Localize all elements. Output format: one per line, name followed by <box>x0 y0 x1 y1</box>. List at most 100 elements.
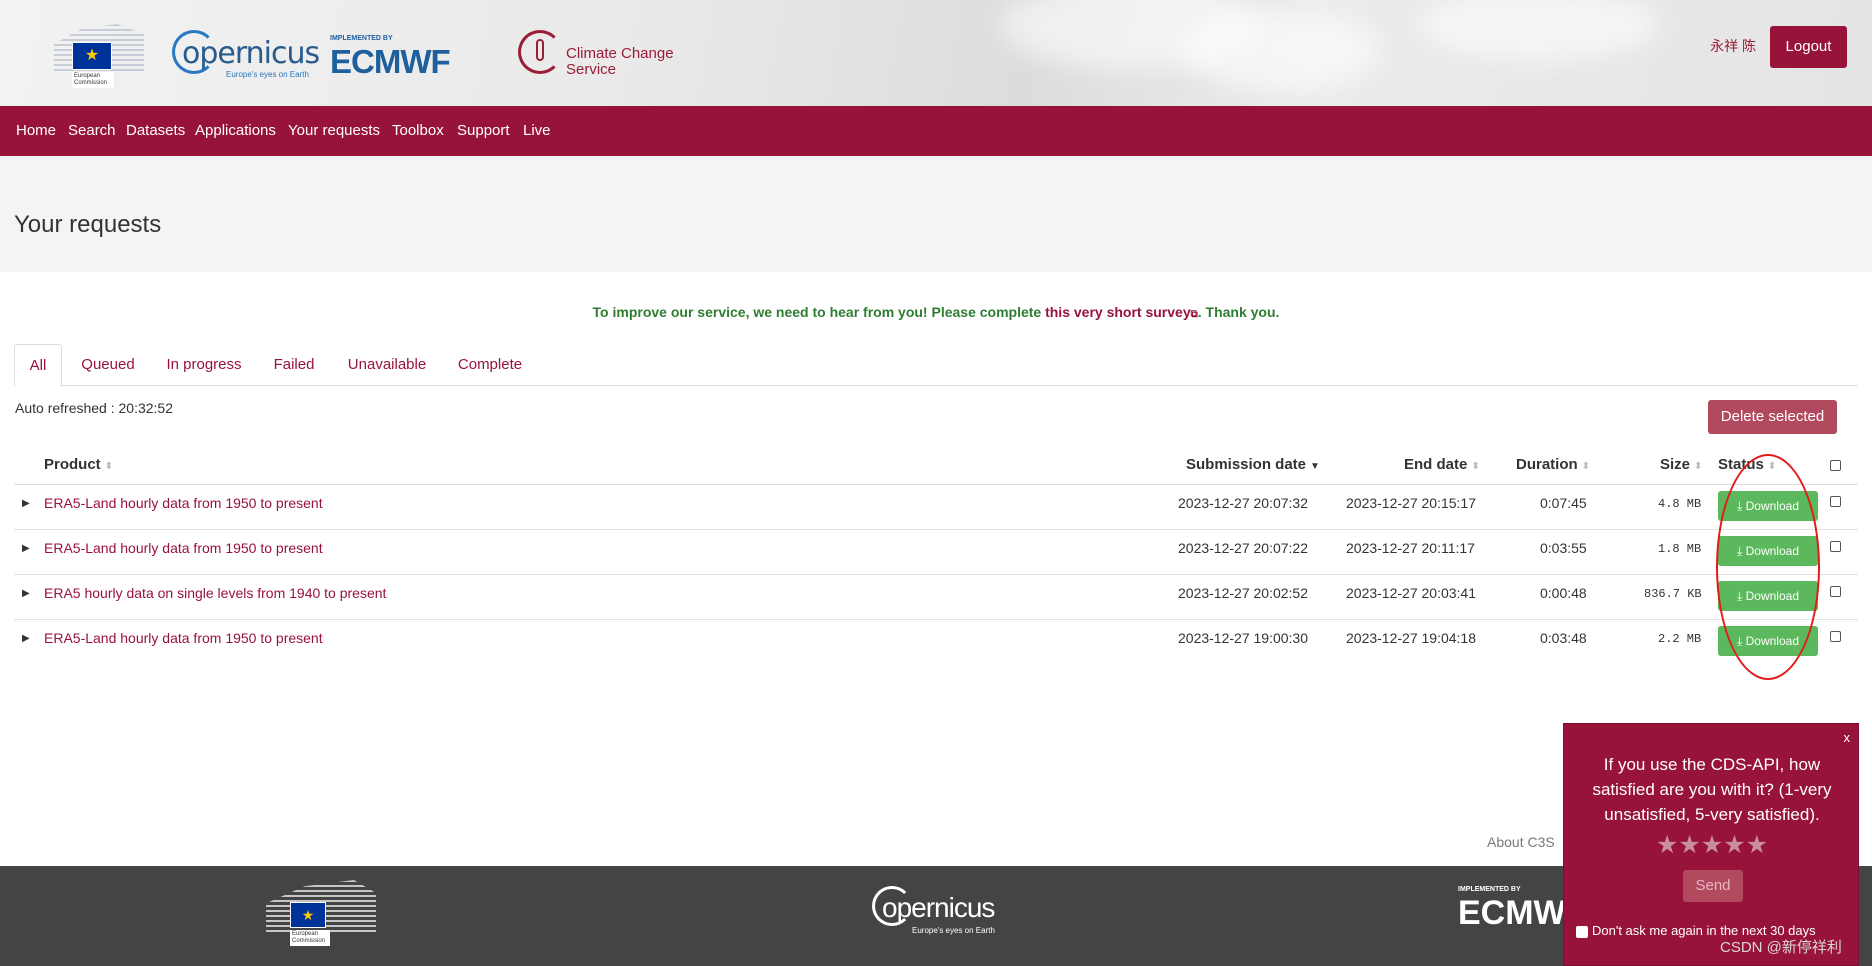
ecmwf-implemented-by: IMPLEMENTED BY <box>330 35 393 42</box>
nav-item-support[interactable]: Support <box>457 106 510 156</box>
end-date-cell: 2023-12-27 20:15:17 <box>1346 495 1476 511</box>
expand-caret-icon[interactable]: ▶ <box>22 498 30 509</box>
expand-caret-icon[interactable]: ▶ <box>22 543 30 554</box>
tab-unavailable[interactable]: Unavailable <box>344 344 430 386</box>
column-header-end-date[interactable]: End date ⬍ <box>1404 456 1480 473</box>
table-row: ▶ ERA5-Land hourly data from 1950 to pre… <box>14 485 1858 530</box>
send-button[interactable]: Send <box>1683 870 1743 902</box>
logout-button[interactable]: Logout <box>1770 26 1847 68</box>
row-checkbox[interactable] <box>1830 496 1841 507</box>
end-date-cell: 2023-12-27 19:04:18 <box>1346 630 1476 646</box>
climate-change-service-logo[interactable]: Climate Change Service <box>518 30 678 80</box>
row-checkbox[interactable] <box>1830 631 1841 642</box>
tab-all[interactable]: All <box>14 344 62 387</box>
row-checkbox[interactable] <box>1830 586 1841 597</box>
column-header-size[interactable]: Size ⬍ <box>1660 456 1702 473</box>
submission-date-cell: 2023-12-27 19:00:30 <box>1178 630 1308 646</box>
dont-ask-checkbox[interactable] <box>1576 926 1588 938</box>
expand-caret-icon[interactable]: ▶ <box>22 588 30 599</box>
size-cell: 836.7 KB <box>1644 587 1702 601</box>
eu-flag-icon: ★ <box>290 902 326 928</box>
footer-ecmwf-wordmark: ECMWF <box>1458 894 1578 932</box>
request-tabs: All Queued In progress Failed Unavailabl… <box>14 344 1858 387</box>
size-cell: 4.8 MB <box>1658 497 1702 511</box>
cds-api-survey-popup: x If you use the CDS-API, how satisfied … <box>1563 723 1859 966</box>
auto-refreshed-text: Auto refreshed : 20:32:52 <box>15 400 173 416</box>
star-rating[interactable]: ★★★★★ <box>1564 830 1860 860</box>
product-link[interactable]: ERA5-Land hourly data from 1950 to prese… <box>44 540 323 556</box>
select-all-checkbox[interactable] <box>1830 460 1841 471</box>
survey-suffix: . Thank you. <box>1197 304 1280 320</box>
end-date-cell: 2023-12-27 20:03:41 <box>1346 585 1476 601</box>
footer-copernicus-wordmark: opernicus <box>882 892 995 923</box>
duration-cell: 0:03:48 <box>1540 630 1587 646</box>
product-link[interactable]: ERA5-Land hourly data from 1950 to prese… <box>44 495 323 511</box>
submission-date-cell: 2023-12-27 20:07:22 <box>1178 540 1308 556</box>
page-title: Your requests <box>14 211 162 238</box>
eu-logo-text: European Commission <box>72 72 114 88</box>
sort-icon: ⬍ <box>104 461 114 472</box>
tab-failed[interactable]: Failed <box>270 344 318 386</box>
duration-cell: 0:03:55 <box>1540 540 1587 556</box>
copernicus-logo[interactable]: opernicus Europe's eyes on Earth <box>172 28 320 82</box>
duration-cell: 0:00:48 <box>1540 585 1587 601</box>
copernicus-tagline: Europe's eyes on Earth <box>226 70 309 79</box>
external-link-icon: ⧉ <box>1190 309 1198 320</box>
nav-item-your-requests[interactable]: Your requests <box>288 106 380 156</box>
row-checkbox[interactable] <box>1830 541 1841 552</box>
thermometer-icon <box>536 39 544 61</box>
duration-cell: 0:07:45 <box>1540 495 1587 511</box>
survey-question: If you use the CDS-API, how satisfied ar… <box>1592 755 1832 824</box>
survey-link[interactable]: this very short survey⧉ <box>1045 304 1198 320</box>
column-header-submission-date[interactable]: Submission date ▼ <box>1186 456 1320 473</box>
user-name-link[interactable]: 永祥 陈 <box>1710 36 1756 56</box>
product-link[interactable]: ERA5-Land hourly data from 1950 to prese… <box>44 630 323 646</box>
expand-caret-icon[interactable]: ▶ <box>22 633 30 644</box>
tab-in-progress[interactable]: In progress <box>164 344 244 386</box>
table-row: ▶ ERA5 hourly data on single levels from… <box>14 575 1858 620</box>
table-row: ▶ ERA5-Land hourly data from 1950 to pre… <box>14 620 1858 665</box>
column-header-duration[interactable]: Duration ⬍ <box>1516 456 1590 473</box>
footer-copernicus-tagline: Europe's eyes on Earth <box>912 926 995 935</box>
submission-date-cell: 2023-12-27 20:02:52 <box>1178 585 1308 601</box>
title-band: Your requests <box>0 156 1872 272</box>
column-header-product[interactable]: Product ⬍ <box>44 456 113 473</box>
sort-desc-icon: ▼ <box>1310 461 1320 472</box>
sort-icon: ⬍ <box>1581 461 1591 472</box>
footer-eu-logo[interactable]: ★ European Commission <box>266 880 376 950</box>
delete-selected-button[interactable]: Delete selected <box>1708 400 1837 434</box>
about-c3s-link[interactable]: About C3S <box>1487 834 1555 850</box>
survey-prefix: To improve our service, we need to hear … <box>592 304 1046 320</box>
c3s-line1: Climate Change <box>566 45 674 62</box>
footer-ecmwf-logo[interactable]: IMPLEMENTED BY ECMWF <box>1458 886 1578 936</box>
csdn-watermark: CSDN @新停祥利 <box>1720 939 1842 956</box>
nav-item-live[interactable]: Live <box>523 106 551 156</box>
sort-icon: ⬍ <box>1471 461 1480 472</box>
copernicus-wordmark: opernicus <box>182 36 320 71</box>
size-cell: 1.8 MB <box>1658 542 1702 556</box>
eu-flag-icon: ★ <box>72 42 112 70</box>
c3s-line2: Service <box>566 61 617 78</box>
nav-item-toolbox[interactable]: Toolbox <box>392 106 444 156</box>
submission-date-cell: 2023-12-27 20:07:32 <box>1178 495 1308 511</box>
nav-item-search[interactable]: Search <box>68 106 116 156</box>
main-nav: Home Search Datasets Applications Your r… <box>0 106 1872 156</box>
site-header: ★ European Commission opernicus Europe's… <box>0 0 1872 106</box>
end-date-cell: 2023-12-27 20:11:17 <box>1346 540 1475 556</box>
annotation-ellipse <box>1716 454 1820 680</box>
footer-copernicus-logo[interactable]: opernicus Europe's eyes on Earth <box>872 886 1002 936</box>
close-icon[interactable]: x <box>1844 730 1851 745</box>
tab-complete[interactable]: Complete <box>454 344 526 386</box>
ecmwf-logo[interactable]: IMPLEMENTED BY ECMWF <box>330 35 500 80</box>
product-link[interactable]: ERA5 hourly data on single levels from 1… <box>44 585 386 601</box>
tab-queued[interactable]: Queued <box>76 344 140 386</box>
nav-item-datasets[interactable]: Datasets <box>126 106 185 156</box>
sort-icon: ⬍ <box>1694 461 1703 472</box>
size-cell: 2.2 MB <box>1658 632 1702 646</box>
nav-item-applications[interactable]: Applications <box>195 106 276 156</box>
european-commission-logo[interactable]: ★ European Commission <box>54 24 144 88</box>
ecmwf-wordmark: ECMWF <box>330 43 451 80</box>
survey-message: To improve our service, we need to hear … <box>0 304 1872 320</box>
footer-eu-text: European Commission <box>290 930 330 946</box>
nav-item-home[interactable]: Home <box>16 106 56 156</box>
